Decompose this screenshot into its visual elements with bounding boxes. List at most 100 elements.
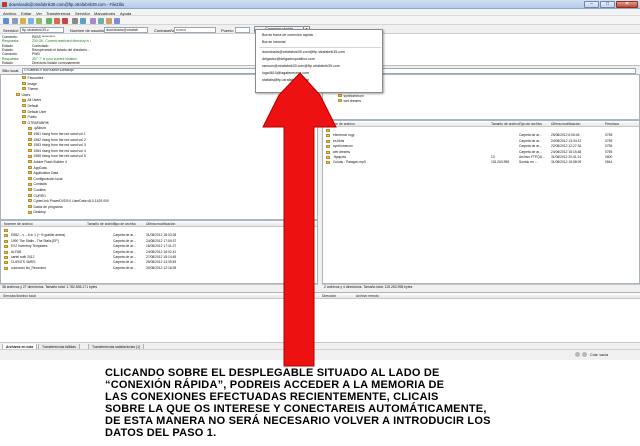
tree-node-label: wet dreams [343,99,362,103]
remote-file-row[interactable]: electronic orgy Carpeta de ar... 25/08/201… [323,133,639,138]
remote-file-row[interactable]: Cuicas - Patagon.mp3 115.263.998 Sonido en… [323,160,639,165]
local-tree-node[interactable]: CURRO [28,194,46,199]
menu-clear-quickconnect[interactable]: Borrar barra de conexión rápida [262,33,313,38]
remote-file-row[interactable]: .. [323,128,639,133]
local-file-list[interactable]: Nombre de archivo Tamaño de archivo Tipo… [0,220,318,284]
local-tree-node[interactable]: Desktop [28,210,46,215]
remote-file-row[interactable]: synthomecon Carpeta de ar... 22/08/2012 12… [323,144,639,149]
local-file-row[interactable]: 1990 The Stalis - The Stalis [EP] Carpeta… [1,239,317,244]
remote-file-list[interactable]: Nombre de archivo Tamaño de archivo Tipo… [322,120,640,284]
local-tree-node[interactable]: Default User [22,110,46,115]
history-entry-2[interactable]: delgadox@delgadoxpositivo.com [262,57,315,62]
status-bar: Cola: vacía [0,349,640,360]
local-col-type[interactable]: Tipo de archivo [113,222,136,226]
history-entry-4[interactable]: luga4610@lagafenecera.com [262,71,309,76]
local-tree-node[interactable]: 1981 rising from the red sand vol 1 [28,132,86,137]
minimize-button[interactable]: – [584,1,599,8]
local-file-row[interactable]: ESJ Inventory Templates Carpeta de ar... 1… [1,244,317,249]
remote-col-type[interactable]: Tipo de archivo [519,122,542,126]
local-tree-node[interactable]: Cookies [28,188,46,193]
local-tree-node[interactable]: 1982 rising from the red sand vol 2 [28,138,86,143]
local-tree-node[interactable]: Theme [22,87,38,92]
toggle-queue-icon[interactable] [36,17,42,24]
local-file-row[interactable]: cartel sofb 2012 Carpeta de ar... 27/08/20… [1,255,317,260]
local-tree-node[interactable]: Application Data [28,171,58,176]
port-input[interactable] [235,26,250,33]
local-file-row[interactable]: .. [1,228,317,233]
local-tree-node[interactable]: Favourites [22,76,43,81]
refresh-icon[interactable] [46,17,52,24]
queue-col-remote[interactable]: Archivo remoto [356,294,379,298]
toggle-remote-tree-icon[interactable] [28,17,34,24]
local-file-row[interactable]: cuoioxcto ilsi_Recorded Carpeta de ar... 3… [1,266,317,271]
transfer-queue[interactable]: Servidor/Archivo local Dirección Archivo… [0,292,640,342]
remote-col-name[interactable]: Nombre de archivo [326,122,355,126]
process-queue-icon[interactable] [54,17,60,24]
history-entry-1[interactable]: downloads@otrafabrik39.com@ftp.otrafabri… [262,50,345,55]
maximize-button[interactable]: □ [600,1,615,8]
user-input[interactable]: downloads@otrafab [104,26,148,33]
remote-col-size[interactable]: Tamaño de archivo [491,122,520,126]
close-button[interactable]: ✕ [616,1,638,8]
local-file-row[interactable]: ALFAB Carpeta de ar... 24/08/2012 18:02:41 [1,250,317,255]
local-tree-node[interactable]: CyberLink PowerDVD9.0 UserData v8.0.1429… [28,199,109,204]
remote-file-row[interactable]: wet dreams Carpeta de ar... 24/08/2012 16:… [323,150,639,155]
menu-archivo[interactable]: Archivo [3,11,16,16]
local-file-row[interactable]: CLIENTS VARIS Carpeta de ar... 25/08/2012 … [1,260,317,265]
local-tree-node[interactable]: Users [16,93,30,98]
cancel-icon[interactable] [62,17,68,24]
menu-servidor[interactable]: Servidor [75,11,90,16]
remote-col-date[interactable]: Última modificación [551,122,580,126]
remote-file-row[interactable]: es.libris Carpeta de ar... 24/08/2012 13:3… [323,139,639,144]
local-tree-node[interactable]: OTRAFABRIK [22,121,49,126]
local-tree-node[interactable]: Adobe Flash Builder 4 [28,160,67,165]
history-entry-5[interactable]: otafabs@ftp.otrafabrik39.com [262,78,309,83]
folder-icon [22,109,26,113]
filter-icon[interactable] [90,17,96,24]
local-col-date[interactable]: Última modificación [146,222,175,226]
local-col-name[interactable]: Nombre de archivo [4,222,33,226]
remote-site-input[interactable]: / [346,68,636,74]
filezilla-window: downloads@otrafabrik39.com@ftp.otrafabri… [0,0,640,360]
local-tree-node[interactable]: 1984 rising from the red sand vol 4 [28,149,86,154]
reconnect-icon[interactable] [80,17,86,24]
local-tree-node[interactable]: All Users [22,98,41,103]
local-tree-node[interactable]: Configuración local [28,177,62,182]
compare-icon[interactable] [98,17,104,24]
local-file-row[interactable]: D982 – v – 6 in 1 (+ ½ gratitie anima) Ca… [1,233,317,238]
remote-tree-node[interactable]: wet dreams [338,99,361,104]
disconnect-icon[interactable] [72,17,78,24]
menu-ver[interactable]: Ver [36,11,42,16]
menu-clear-history[interactable]: Borrar historial [262,40,285,45]
sync-browse-icon[interactable] [106,17,112,24]
local-tree-node[interactable]: AppData [28,166,47,171]
menu-ayuda[interactable]: Ayuda [120,11,131,16]
remote-col-perms[interactable]: Permisos [605,122,619,126]
queue-col-local[interactable]: Servidor/Archivo local [3,294,36,298]
host-input[interactable]: ftp.otrafabrik39.c [20,26,64,33]
local-tree-node[interactable]: Contacts [28,182,47,187]
local-tree-node[interactable]: Datos de programa [28,205,63,210]
folder-icon [28,137,32,141]
search-icon[interactable] [114,17,120,24]
menu-editar[interactable]: Editar [21,11,31,16]
local-tree-node[interactable]: .gAlbum [28,126,46,131]
local-tree-node[interactable]: 1985 rising from the red sand vol 5 [28,154,86,159]
site-manager-icon[interactable] [3,17,9,24]
menu-transferencia[interactable]: Transferencia [46,11,70,16]
remote-file-row[interactable]: .ftpquota 13 Archivo FTPQU... 31/08/2012 20… [323,155,639,160]
remote-tree-node[interactable]: synthomecon [338,94,364,99]
local-tree-node[interactable]: 1983 rising from the red sand vol 3 [28,143,86,148]
local-tree-node[interactable]: Default [22,104,38,109]
local-tree-node[interactable]: Image [22,82,37,87]
history-entry-3[interactable]: ramson@otrafabrik39.com@ftp.otrafabrik39… [262,64,340,69]
menu-marcadores[interactable]: Marcadores [94,11,115,16]
local-tree[interactable]: Favourites Image Theme Users All Users Defaul… [0,74,318,220]
password-input[interactable]: •••••••• [174,26,216,33]
toggle-local-tree-icon[interactable] [20,17,26,24]
toggle-log-icon[interactable] [12,17,18,24]
local-col-size[interactable]: Tamaño de archivo [87,222,116,226]
queue-col-direction[interactable]: Dirección [322,294,336,298]
local-tree-node[interactable]: Public [22,115,37,120]
folder-icon [28,154,32,158]
